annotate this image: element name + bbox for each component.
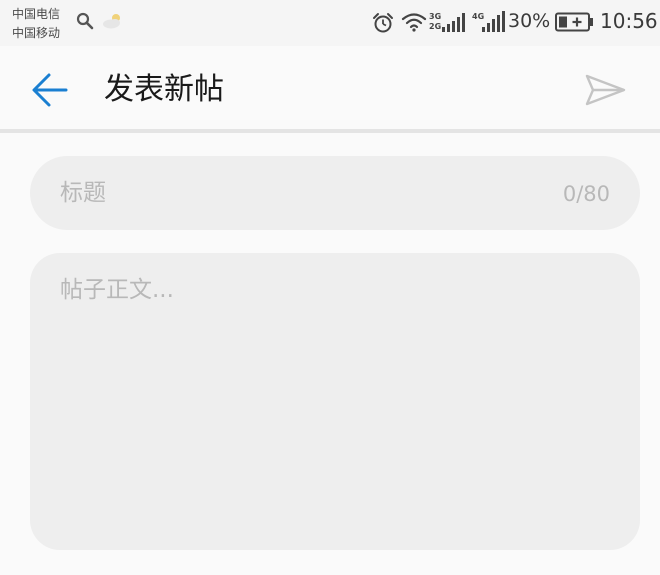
- status-time: 10:56: [600, 9, 658, 33]
- status-bar: 中国电信 中国移动 3G 2G 4G 30% 10:56: [0, 0, 660, 46]
- network-2g-label: 2G: [429, 22, 442, 31]
- arrow-left-icon: [32, 73, 68, 107]
- body-textarea[interactable]: [60, 275, 610, 530]
- signal-icon: [482, 11, 505, 32]
- toolbar-divider: [0, 129, 660, 133]
- carrier-name-1: 中国电信: [12, 7, 61, 21]
- search-icon: [76, 12, 94, 30]
- network-3g-label: 3G: [429, 12, 442, 21]
- wifi-icon: [401, 13, 427, 32]
- battery-icon: [555, 12, 593, 32]
- alarm-icon: [373, 13, 393, 33]
- send-button[interactable]: [582, 68, 632, 112]
- title-field[interactable]: 0/80: [30, 156, 640, 230]
- weather-icon: [103, 14, 120, 29]
- title-char-counter: 0/80: [562, 182, 610, 206]
- signal-icon: [442, 13, 465, 32]
- battery-percent: 30%: [508, 10, 551, 32]
- carrier-name-2: 中国移动: [12, 26, 61, 40]
- send-icon: [585, 74, 626, 106]
- page-title: 发表新帖: [104, 72, 224, 107]
- title-input[interactable]: [60, 156, 540, 230]
- back-button[interactable]: [26, 68, 76, 112]
- screen: 中国电信 中国移动 3G 2G 4G 30% 10:56 发表新帖 标题 0/8…: [0, 0, 660, 575]
- body-field[interactable]: [30, 253, 640, 550]
- app-toolbar: 发表新帖: [0, 46, 660, 129]
